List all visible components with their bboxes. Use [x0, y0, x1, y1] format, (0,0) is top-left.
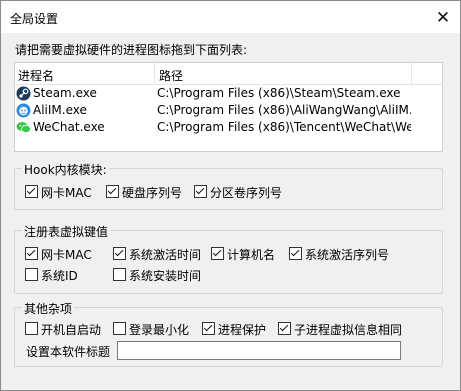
checkbox-label: 系统ID [41, 269, 78, 283]
checkbox-label: 系统安装时间 [129, 269, 202, 283]
wechat-icon [16, 122, 31, 134]
checkbox-box[interactable] [106, 185, 119, 198]
checkbox-box[interactable] [278, 322, 291, 335]
process-name: Steam.exe [33, 86, 97, 100]
checkbox-box[interactable] [25, 268, 38, 281]
column-divider[interactable] [154, 63, 155, 84]
checkbox-label: 子进程虚拟信息相同 [294, 323, 403, 337]
checkbox-label: 系统激活序列号 [305, 248, 390, 262]
process-path: C:\Program Files (x86)\Tencent\WeChat\We… [157, 120, 411, 134]
checkbox-box[interactable] [113, 268, 126, 281]
checkbox-box[interactable] [202, 322, 215, 335]
checkbox-box[interactable] [211, 247, 224, 260]
list-item[interactable]: AliIM.exe C:\Program Files (x86)\AliWang… [15, 102, 442, 119]
hook-group-title: Hook内核模块: [22, 161, 109, 178]
checkbox-label: 进程保护 [218, 323, 267, 337]
process-list[interactable]: 进程名 路径 Steam.exe C:\Program Files (x86)\… [14, 62, 443, 152]
checkbox-label: 网卡MAC [41, 186, 92, 200]
checkbox-box[interactable] [289, 247, 302, 260]
process-name: WeChat.exe [33, 120, 105, 134]
column-header-path[interactable]: 路径 [159, 67, 183, 84]
checkbox-box[interactable] [25, 185, 38, 198]
instruction-text: 请把需要虚拟硬件的进程图标拖到下面列表: [15, 43, 248, 57]
checkbox-box[interactable] [25, 247, 38, 260]
process-path: C:\Program Files (x86)\Steam\Steam.exe [157, 86, 401, 100]
column-header-process[interactable]: 进程名 [18, 67, 54, 84]
checkbox-label: 网卡MAC [41, 248, 92, 262]
software-title-label: 设置本软件标题 [26, 345, 111, 359]
column-divider[interactable] [411, 63, 412, 84]
checkbox-label: 开机自启动 [41, 323, 102, 337]
registry-group-title: 注册表虚拟键值 [22, 223, 111, 240]
title-bar[interactable]: 全局设置 ✕ [1, 1, 460, 33]
hook-module-group: Hook内核模块: 网卡MAC 硬盘序列号 分区卷序列号 [14, 161, 443, 210]
process-path: C:\Program Files (x86)\AliWangWang\AliIM… [157, 103, 411, 117]
registry-group: 注册表虚拟键值 网卡MAC 系统激活时间 计算机名 系统激活序列号 系统ID 系… [14, 223, 443, 294]
checkbox-box[interactable] [113, 247, 126, 260]
list-item[interactable]: Steam.exe C:\Program Files (x86)\Steam\S… [15, 85, 442, 102]
checkbox-label: 硬盘序列号 [122, 186, 183, 200]
checkbox-box[interactable] [25, 322, 38, 335]
checkbox-box[interactable] [113, 322, 126, 335]
steam-icon [16, 86, 31, 101]
settings-dialog: 全局设置 ✕ 请把需要虚拟硬件的进程图标拖到下面列表: 进程名 路径 Steam… [0, 0, 461, 391]
misc-group-title: 其他杂项 [22, 300, 75, 317]
checkbox-label: 系统激活时间 [129, 248, 202, 262]
list-item[interactable]: WeChat.exe C:\Program Files (x86)\Tencen… [15, 119, 442, 136]
list-header: 进程名 路径 [15, 63, 442, 85]
checkbox-label: 分区卷序列号 [210, 186, 283, 200]
window-title: 全局设置 [10, 12, 59, 26]
checkbox-label: 计算机名 [227, 248, 276, 262]
process-name: AliIM.exe [33, 103, 87, 117]
close-icon[interactable]: ✕ [432, 7, 454, 29]
aliim-icon [16, 103, 31, 118]
checkbox-box[interactable] [194, 185, 207, 198]
checkbox-label: 登录最小化 [129, 323, 190, 337]
software-title-input[interactable] [117, 341, 401, 360]
